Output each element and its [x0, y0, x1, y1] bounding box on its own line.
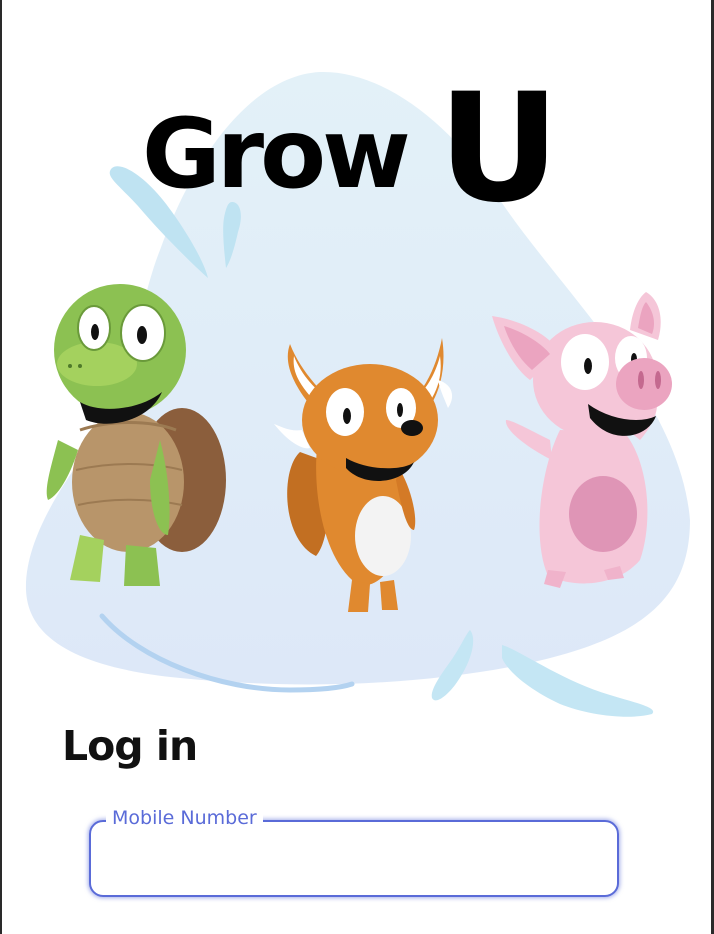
brand-logo-text-grow: Grow [142, 98, 411, 210]
brand-logo: Grow U [140, 74, 560, 224]
brand-logo-text-u: U [438, 62, 560, 236]
mobile-number-field[interactable] [89, 820, 619, 897]
mobile-number-input[interactable] [107, 836, 605, 882]
login-screen: Grow U Log in Mobile Number [0, 0, 714, 934]
splash-drop-bottom-right [502, 645, 654, 717]
login-title: Log in [62, 722, 198, 770]
mobile-number-label: Mobile Number [106, 805, 263, 831]
